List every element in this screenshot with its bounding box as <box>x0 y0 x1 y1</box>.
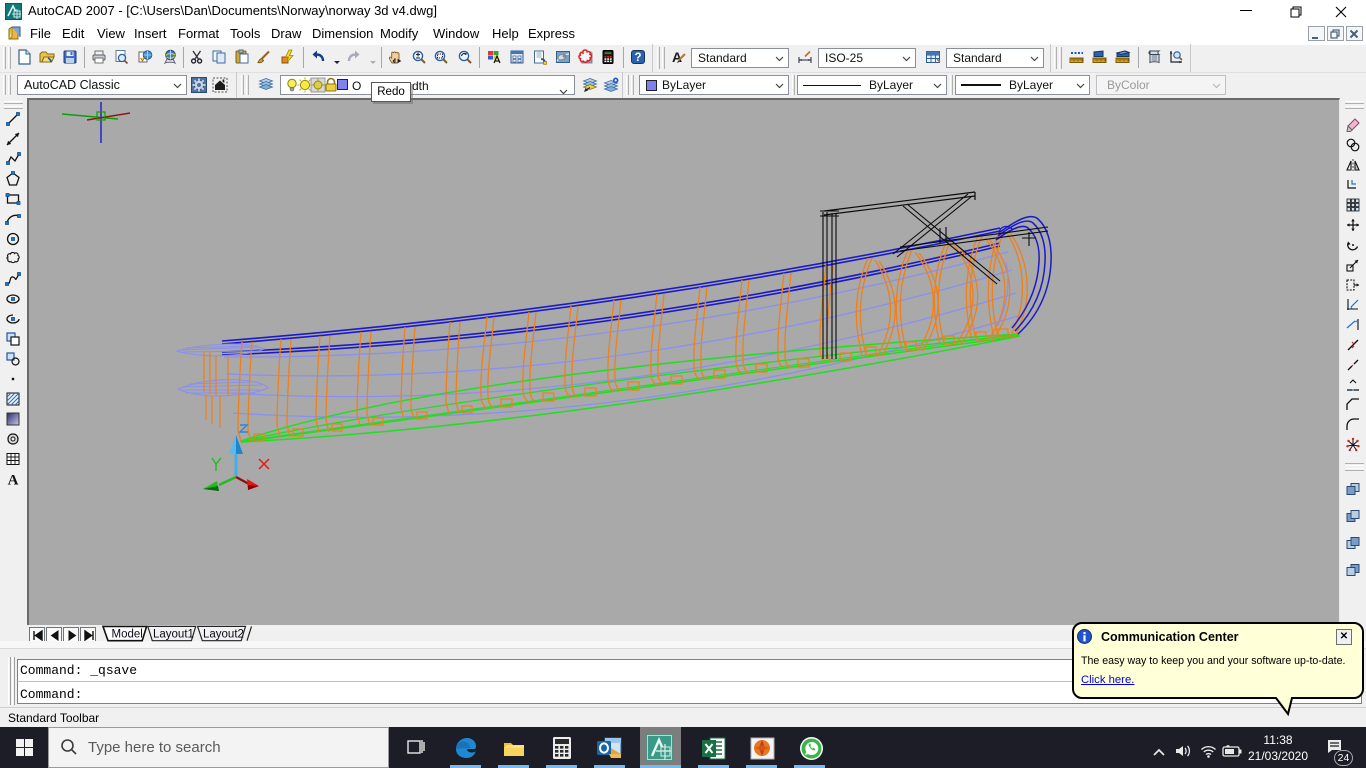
svg-text:Model: Model <box>112 628 143 640</box>
svg-text:?: ? <box>634 52 641 64</box>
svg-text:Layout1: Layout1 <box>153 628 194 640</box>
svg-text:A: A <box>8 473 19 488</box>
svg-text:Layout2: Layout2 <box>203 628 244 640</box>
